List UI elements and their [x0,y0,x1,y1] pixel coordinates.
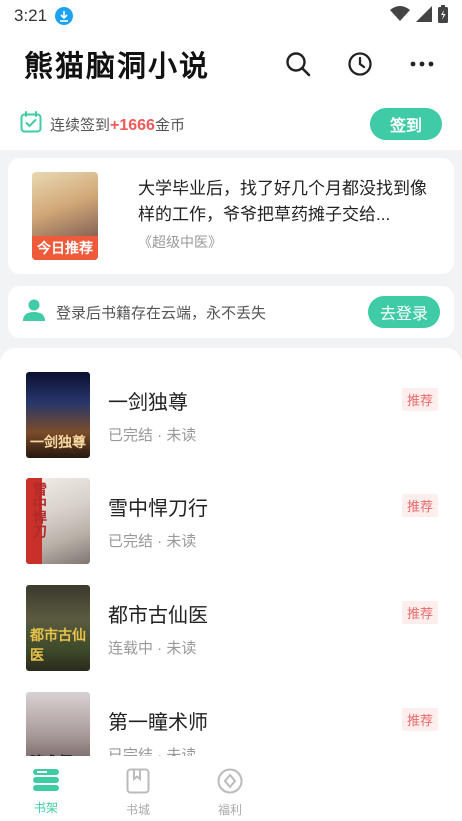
book-meta: 已完结 · 未读 [108,427,197,444]
recommend-tag: 推荐 [401,708,438,731]
book-icon [126,768,150,799]
book-cover: 都市古仙医 [26,585,90,671]
battery-icon [438,4,448,28]
login-button[interactable]: 去登录 [368,296,440,328]
bookshelf-list: 一剑独尊 一剑独尊 已完结 · 未读 推荐 雪中悍刀 雪中悍刀行 已完结 · 未… [0,348,462,768]
signin-row: 连续签到+1666金币 签到 [20,106,442,142]
more-icon[interactable] [406,48,438,80]
status-time: 3:21 [14,6,48,25]
bookshelf-icon [32,768,60,797]
nav-bookstore[interactable]: 书城 [104,756,172,818]
login-prompt-text: 登录后书籍存在云端，永不丢失 [56,304,267,322]
download-icon [55,7,74,25]
login-prompt: 登录后书籍存在云端，永不丢失 去登录 [8,286,454,338]
cover-text: 雪中悍刀 [32,482,48,538]
calendar-check-icon [20,110,42,138]
app-header: 熊猫脑洞小说 [0,36,462,92]
book-cover: 雪中悍刀 [26,478,90,564]
book-title: 都市古仙医 [108,605,208,627]
recommend-tag: 推荐 [401,601,438,624]
signin-prefix: 连续签到 [50,116,111,134]
recommend-book-title: 《超级中医》 [138,234,222,250]
book-title: 一剑独尊 [108,392,188,414]
app-title: 熊猫脑洞小说 [24,49,211,83]
recommend-card[interactable]: 今日推荐 大学毕业后，找了好几个月都没找到像样的工作，爷爷把草药摊子交给... … [8,158,454,274]
recommend-tag: 推荐 [401,494,438,517]
book-meta: 连载中 · 未读 [108,640,197,657]
recommend-tag: 推荐 [401,388,438,411]
recommend-badge: 今日推荐 [32,236,98,260]
nav-welfare[interactable]: 福利 [196,756,264,818]
wifi-icon [390,5,410,27]
recommend-description: 大学毕业后，找了好几个月都没找到像样的工作，爷爷把草药摊子交给... [138,179,427,224]
list-item[interactable]: 都市古仙医 都市古仙医 连载中 · 未读 推荐 [0,585,462,691]
signin-amount: +1666 [110,116,155,134]
bottom-nav: 书架 书城 福利 [0,756,462,821]
signin-suffix: 金币 [154,116,185,134]
signin-text: 连续签到+1666金币 [50,114,185,135]
history-icon[interactable] [344,48,376,80]
signin-button[interactable]: 签到 [370,108,442,140]
nav-label: 福利 [217,803,242,817]
nav-label: 书城 [125,803,150,817]
nav-label: 书架 [33,801,58,815]
user-icon [22,298,46,327]
list-item[interactable]: 雪中悍刀 雪中悍刀行 已完结 · 未读 推荐 [0,478,462,584]
welfare-icon [217,768,243,799]
list-item[interactable]: 一剑独尊 一剑独尊 已完结 · 未读 推荐 [0,372,462,478]
nav-bookshelf[interactable]: 书架 [12,756,80,816]
book-title: 第一瞳术师 [108,712,208,734]
cover-text: 都市古仙医 [30,627,86,663]
search-icon[interactable] [282,48,314,80]
book-meta: 已完结 · 未读 [108,533,197,550]
book-cover: 一剑独尊 [26,372,90,458]
cover-text: 一剑独尊 [30,434,86,450]
book-title: 雪中悍刀行 [108,498,208,520]
status-bar: 3:21 [0,0,462,32]
signal-icon [416,5,432,27]
